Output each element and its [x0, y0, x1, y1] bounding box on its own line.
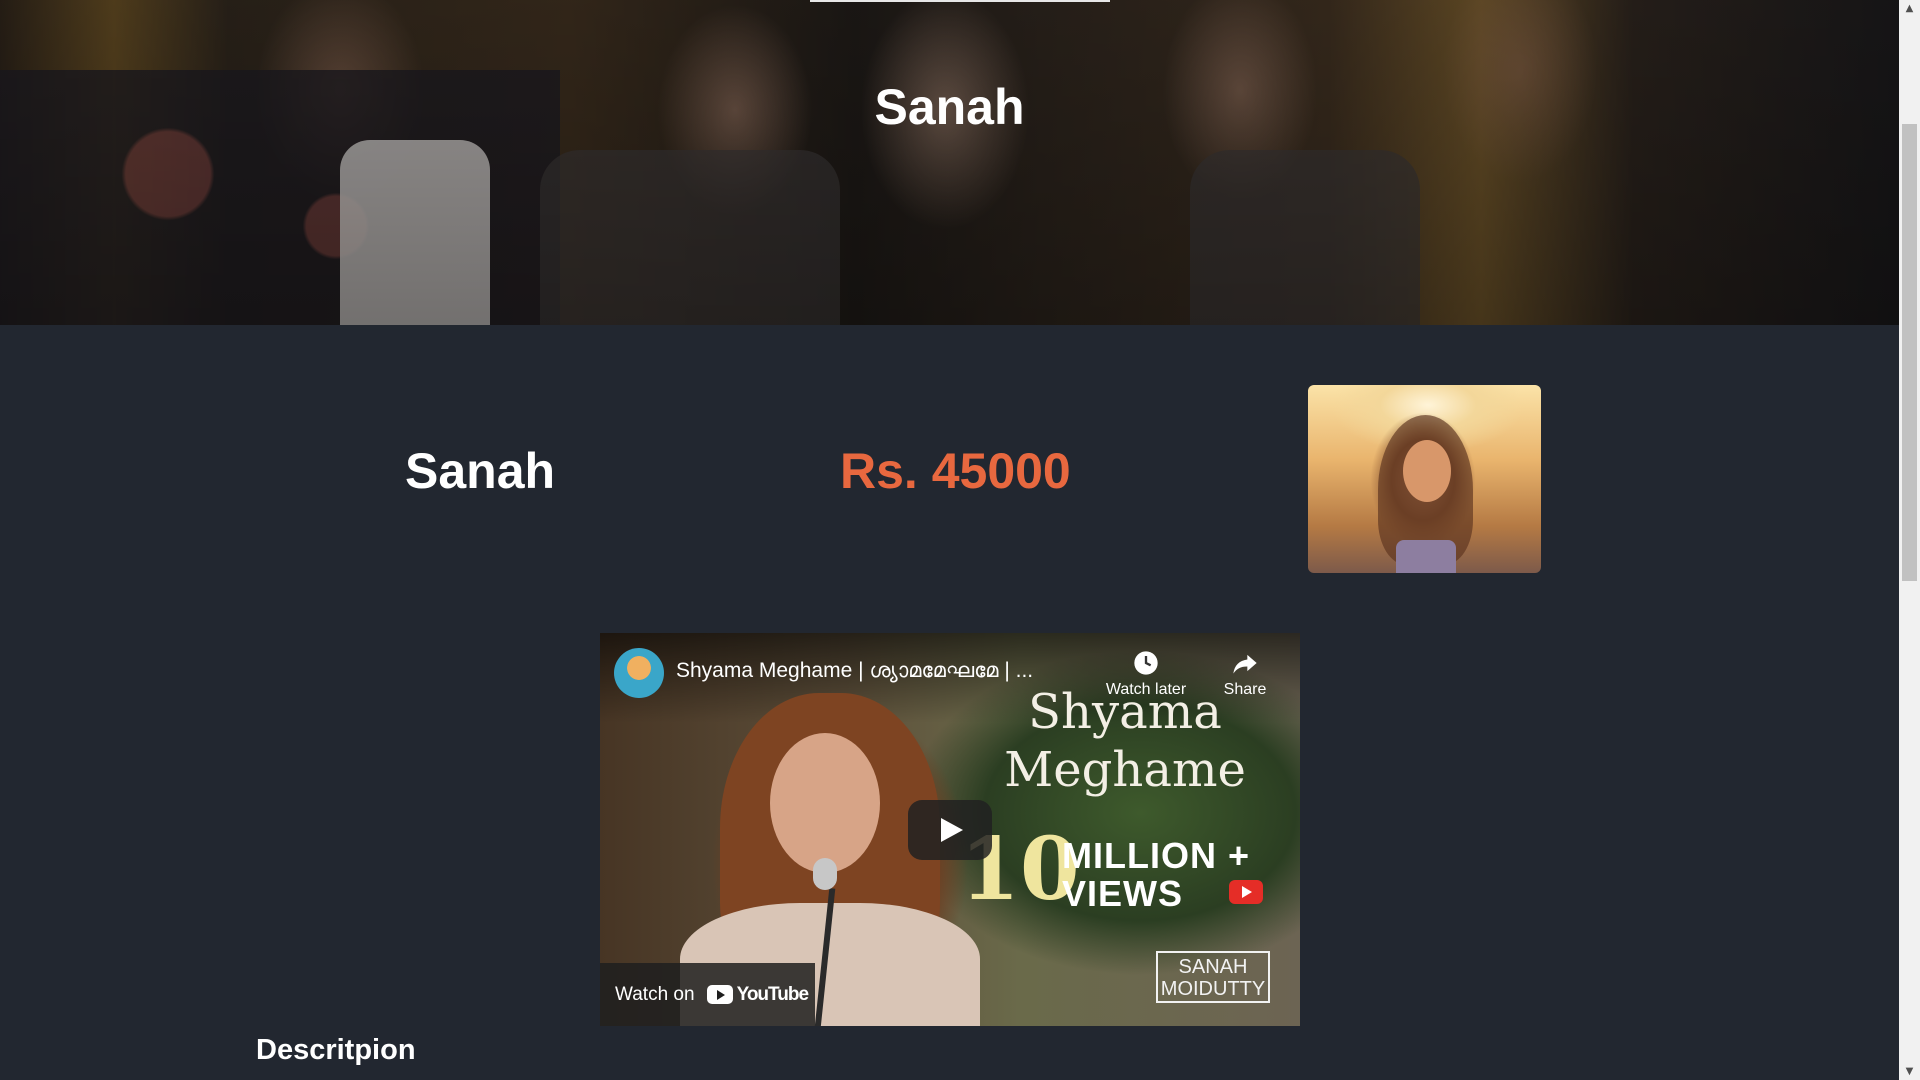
watermark-line1: SANAH	[1178, 956, 1248, 978]
video-title-link[interactable]: Shyama Meghame | ശ്യാമമേഘമേ | ...	[676, 659, 1096, 683]
watch-on-youtube-button[interactable]: Watch on YouTube	[600, 963, 815, 1026]
youtube-embed[interactable]: Shyama Meghame 10 MILLION + VIEWS Shyama…	[600, 633, 1300, 1026]
scrollbar-thumb[interactable]	[1902, 124, 1917, 581]
share-label: Share	[1223, 681, 1267, 698]
thumbnail-views-label: VIEWS	[1062, 873, 1184, 914]
share-arrow-icon	[1233, 654, 1257, 674]
hero-banner: Sanah	[0, 0, 1899, 325]
video-thumbnail-face	[770, 733, 880, 873]
thumbnail-million-label: MILLION +	[1062, 835, 1250, 876]
product-image[interactable]	[1308, 385, 1541, 573]
scroll-down-arrow-icon[interactable]: ▼	[1899, 1063, 1920, 1080]
watch-later-button[interactable]: Watch later	[1100, 649, 1192, 699]
hero-image-person-2	[540, 150, 840, 325]
hero-title: Sanah	[874, 79, 1025, 135]
watch-later-label: Watch later	[1105, 681, 1187, 698]
watermark-line2: MOIDUTTY	[1160, 978, 1266, 1000]
product-image-dress	[1396, 540, 1456, 573]
microphone-icon	[813, 858, 837, 890]
scroll-up-arrow-icon[interactable]: ▲	[1899, 0, 1920, 17]
hero-image-person-4	[1190, 150, 1420, 325]
clock-icon	[1134, 651, 1158, 675]
thumbnail-views-text: MILLION + VIEWS	[1062, 837, 1250, 913]
hero-image-shirt	[340, 140, 490, 325]
product-image-face	[1403, 440, 1451, 502]
description-heading: Descritpion	[256, 1034, 416, 1066]
thumbnail-title-line2: Meghame	[1004, 742, 1246, 798]
youtube-logo-icon: YouTube	[706, 983, 809, 1006]
play-button[interactable]	[908, 800, 992, 860]
youtube-red-icon	[1229, 880, 1263, 904]
hero-top-bar	[810, 0, 1110, 2]
thumbnail-song-title: Shyama Meghame	[985, 683, 1265, 799]
channel-avatar[interactable]	[614, 648, 664, 698]
vertical-scrollbar[interactable]: ▲ ▼	[1899, 0, 1920, 1080]
channel-watermark: SANAH MOIDUTTY	[1156, 951, 1270, 1003]
youtube-play-box-icon	[706, 985, 733, 1004]
product-price: Rs. 45000	[840, 443, 1071, 499]
watch-on-label: Watch on	[615, 983, 695, 1005]
share-button[interactable]: Share	[1210, 649, 1280, 699]
product-name: Sanah	[405, 443, 556, 499]
youtube-logo-text: YouTube	[736, 983, 809, 1005]
